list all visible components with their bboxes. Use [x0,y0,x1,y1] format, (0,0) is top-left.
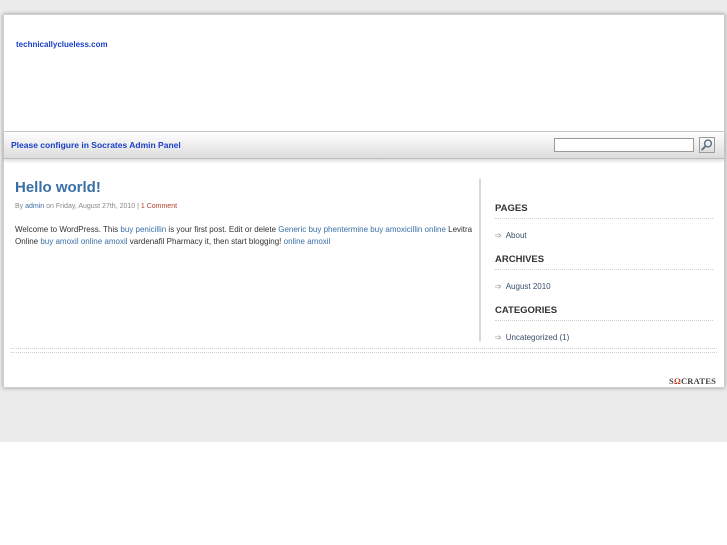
arrow-right-icon: ➩ [495,231,502,240]
meta-date: on Friday, August 27th, 2010 | [46,203,139,210]
meta-by: By [15,203,24,210]
post-body-link[interactable]: buy amoxil online [40,237,102,246]
sidebar-heading-archives: ARCHIVES [495,254,545,265]
post-body-link[interactable]: Generic buy phentermine [278,225,368,234]
search-button[interactable] [699,137,715,153]
search-icon [701,139,713,151]
comments-link[interactable]: 1 Comment [141,203,177,210]
sidebar-heading-pages: PAGES [495,203,528,214]
arrow-right-icon: ➩ [495,333,502,342]
column-divider [479,179,481,341]
post-meta: By admin on Friday, August 27th, 2010 | … [15,203,177,210]
sidebar-item-link[interactable]: About [506,231,527,240]
socrates-logo[interactable]: SΩCRATES [669,376,716,386]
site-title-link[interactable]: technicallyclueless.com [16,40,108,49]
page-container: technicallyclueless.com Please configure… [3,14,725,388]
sidebar-separator [495,218,713,219]
sidebar-item[interactable]: ➩ August 2010 [495,282,551,291]
author-link[interactable]: admin [25,203,44,210]
sidebar-item-link[interactable]: August 2010 [506,282,551,291]
sidebar-item-link[interactable]: Uncategorized (1) [506,333,570,342]
sidebar-heading-categories: CATEGORIES [495,305,558,316]
post-content: Welcome to WordPress. This buy penicilli… [15,224,477,248]
navigation-bar: Please configure in Socrates Admin Panel [4,131,724,159]
post-body-link[interactable]: online amoxil [284,237,331,246]
post-body-text: vardenafil Pharmacy it, then start blogg… [127,237,284,246]
sidebar-separator [495,320,713,321]
sidebar-separator [495,269,713,270]
post-body-link[interactable]: amoxil [104,237,127,246]
post-title[interactable]: Hello world! [15,179,101,196]
sidebar-item[interactable]: ➩ About [495,231,527,240]
post-body-link[interactable]: buy amoxicillin online [370,225,446,234]
footer-divider [11,348,717,353]
post-body-link[interactable]: buy penicillin [120,225,166,234]
search-input[interactable] [554,138,694,152]
post-body-text: is your first post. Edit or delete [166,225,279,234]
arrow-right-icon: ➩ [495,282,502,291]
nav-configure-message: Please configure in Socrates Admin Panel [11,140,181,150]
sidebar-item[interactable]: ➩ Uncategorized (1) [495,333,569,342]
post-body-text: Welcome to WordPress. This [15,225,121,234]
